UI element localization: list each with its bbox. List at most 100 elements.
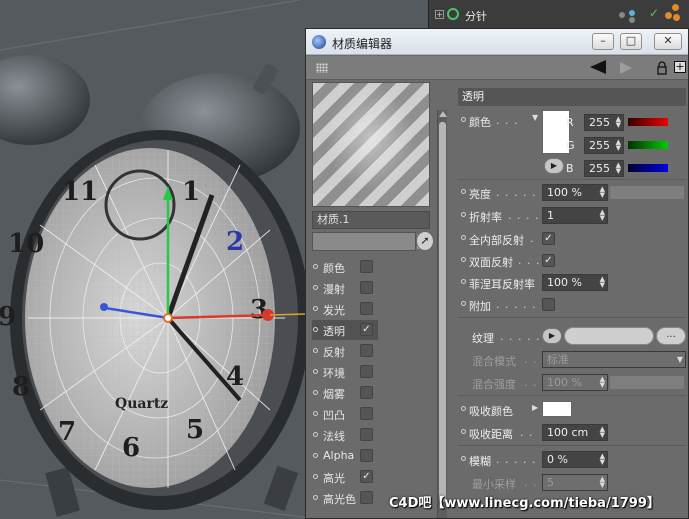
channel-normal[interactable]: 法线 <box>312 425 378 445</box>
minimize-button[interactable]: – <box>592 33 614 50</box>
fresnel-field[interactable]: 100 % ▲ ▼ <box>542 274 608 291</box>
refraction-field[interactable]: 1 ▲ ▼ <box>542 207 608 224</box>
param-bullet-icon[interactable] <box>461 235 466 240</box>
channel-luminance[interactable]: 发光 <box>312 299 378 319</box>
grip-icon[interactable] <box>316 63 328 73</box>
maximize-button[interactable]: □ <box>620 33 642 50</box>
forward-arrow-icon[interactable] <box>620 62 632 74</box>
scroll-up-icon[interactable] <box>439 111 447 117</box>
texture-slot[interactable] <box>564 327 654 345</box>
color-expand-icon[interactable]: ▼ <box>532 113 538 122</box>
channel-checkbox[interactable] <box>360 386 373 399</box>
color-label: 颜色 <box>469 116 491 129</box>
additive-checkbox[interactable] <box>542 298 555 311</box>
channel-transparency[interactable]: 透明 ✓ <box>312 320 378 340</box>
mix-mode-dropdown[interactable]: 标准 ▼ <box>542 351 686 368</box>
channel-alpha[interactable]: Alpha <box>312 446 378 466</box>
blue-value-field[interactable]: 255 ▲ ▼ <box>584 160 624 177</box>
pick-cursor-button[interactable]: ➚ <box>416 231 434 251</box>
channel-label: 烟雾 <box>323 388 345 401</box>
lock-icon[interactable] <box>657 61 667 75</box>
numeral-1: 1 <box>182 177 200 207</box>
red-value-field[interactable]: 255 ▲ ▼ <box>584 114 624 131</box>
channel-color[interactable]: 颜色 <box>312 257 378 277</box>
param-bullet-icon[interactable] <box>461 429 466 434</box>
blue-slider[interactable] <box>628 164 668 172</box>
brightness-field[interactable]: 100 % ▲ ▼ <box>542 184 608 201</box>
channel-checkbox[interactable]: ✓ <box>360 470 373 483</box>
channel-specular-color[interactable]: 高光色 <box>312 488 378 508</box>
red-slider[interactable] <box>628 118 668 126</box>
double-sided-reflection-row: 双面反射 . . . ✓ <box>458 250 686 272</box>
blue-row: B 255 ▲ ▼ <box>566 158 689 180</box>
param-bullet-icon[interactable] <box>461 301 466 306</box>
channel-checkbox[interactable]: ✓ <box>360 323 373 336</box>
sidebar-scrollbar[interactable] <box>437 110 447 518</box>
channel-checkbox[interactable] <box>360 428 373 441</box>
min-samples-field[interactable]: 5 ▲ ▼ <box>542 474 608 491</box>
object-row-minute-hand[interactable]: + 分针 ✓ <box>429 4 689 24</box>
material-tag-icon[interactable] <box>665 4 681 22</box>
numeral-11: 11 <box>62 177 98 207</box>
material-sidebar: 材质.1 ▶ ➚ 颜色 漫射 发光 透明 <box>312 80 436 519</box>
param-bullet-icon[interactable] <box>461 189 466 194</box>
channel-checkbox[interactable] <box>360 449 373 462</box>
absorption-color-swatch[interactable] <box>542 401 572 417</box>
mix-strength-field[interactable]: 100 % ▲ ▼ <box>542 374 608 391</box>
object-manager[interactable]: + 分针 ✓ <box>428 0 689 30</box>
channel-diffusion[interactable]: 漫射 <box>312 278 378 298</box>
back-arrow-icon[interactable] <box>590 60 606 74</box>
green-value-field[interactable]: 255 ▲ ▼ <box>584 137 624 154</box>
render-visibility-dot[interactable] <box>629 10 635 16</box>
object-pivot[interactable] <box>163 313 173 323</box>
channel-checkbox[interactable] <box>360 407 373 420</box>
param-bullet-icon[interactable] <box>461 279 466 284</box>
channel-reflection[interactable]: 反射 <box>312 341 378 361</box>
param-bullet-icon[interactable] <box>461 456 466 461</box>
param-bullet-icon[interactable] <box>461 117 466 122</box>
material-name[interactable]: 材质.1 <box>312 211 430 229</box>
channel-label: 凹凸 <box>323 409 345 422</box>
texture-browse-button[interactable]: ... <box>656 327 686 345</box>
scroll-thumb[interactable] <box>439 122 446 502</box>
channel-checkbox[interactable] <box>360 302 373 315</box>
absorption-expand-icon[interactable]: ▶ <box>532 403 538 412</box>
render-visibility-dot-lower[interactable] <box>629 17 635 23</box>
channel-bump[interactable]: 凹凸 <box>312 404 378 424</box>
left-bell <box>0 55 90 145</box>
double-sided-reflection-checkbox[interactable]: ✓ <box>542 254 555 267</box>
material-preview[interactable] <box>312 82 430 207</box>
param-bullet-icon[interactable] <box>461 406 466 411</box>
green-slider[interactable] <box>628 141 668 149</box>
texture-menu-button[interactable]: ▶ <box>542 328 562 344</box>
channel-label: Alpha <box>323 449 355 462</box>
channel-checkbox[interactable] <box>360 260 373 273</box>
numeral-7: 7 <box>58 417 76 447</box>
enabled-check-icon[interactable]: ✓ <box>649 6 659 20</box>
channel-checkbox[interactable] <box>360 281 373 294</box>
channel-checkbox[interactable] <box>360 344 373 357</box>
param-bullet-icon[interactable] <box>461 257 466 262</box>
brightness-slider[interactable] <box>609 185 685 200</box>
blur-field[interactable]: 0 % ▲ ▼ <box>542 451 608 468</box>
channel-label: 高光色 <box>323 493 356 506</box>
param-bullet-icon[interactable] <box>461 212 466 217</box>
numeral-6: 6 <box>122 433 140 463</box>
material-dropdown[interactable]: ▶ <box>312 232 429 251</box>
title-bar[interactable]: 材质编辑器 – □ ✕ <box>306 29 688 55</box>
channel-specular[interactable]: 高光 ✓ <box>312 467 378 487</box>
channel-label: 环境 <box>323 367 345 380</box>
channel-environment[interactable]: 环境 <box>312 362 378 382</box>
channel-checkbox[interactable] <box>360 365 373 378</box>
expand-toggle[interactable]: + <box>435 10 444 19</box>
total-internal-reflection-checkbox[interactable]: ✓ <box>542 232 555 245</box>
mix-strength-slider[interactable] <box>609 375 685 390</box>
editor-visibility-dot[interactable] <box>619 12 625 18</box>
channel-fog[interactable]: 烟雾 <box>312 383 378 403</box>
absorption-distance-field[interactable]: 100 cm ▲ ▼ <box>542 424 608 441</box>
new-window-icon[interactable]: + <box>674 61 686 73</box>
channel-checkbox[interactable] <box>360 491 373 504</box>
color-picker-button[interactable]: ▶ <box>544 158 564 174</box>
close-button[interactable]: ✕ <box>654 33 682 50</box>
channel-bullet-icon <box>313 348 318 353</box>
